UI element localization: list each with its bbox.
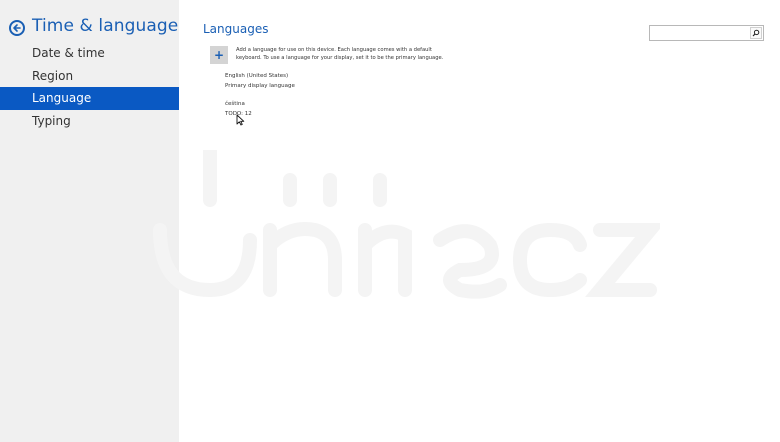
language-name: čeština [225, 101, 245, 107]
search-input[interactable] [650, 32, 746, 46]
list-item[interactable]: English (United States) Primary display … [225, 71, 295, 91]
search-box [649, 25, 764, 46]
sidebar-nav: Date & time Region Language Typing [0, 42, 179, 132]
sidebar-item-date-time[interactable]: Date & time [0, 42, 179, 65]
sidebar-item-typing[interactable]: Typing [0, 110, 179, 133]
language-list: English (United States) Primary display … [225, 71, 295, 127]
language-status: Primary display language [225, 83, 295, 89]
add-language-description: Add a language for use on this device. E… [236, 47, 444, 61]
search-button[interactable] [750, 27, 762, 39]
back-arrow-icon[interactable] [9, 20, 25, 36]
sidebar-title: Time & language [32, 16, 179, 36]
page-title: Languages [203, 22, 269, 36]
list-item[interactable]: čeština TODO: 12 [225, 99, 295, 119]
add-language-button[interactable]: + [210, 46, 228, 64]
sidebar-item-language[interactable]: Language [0, 87, 179, 110]
language-status: TODO: 12 [225, 111, 252, 117]
add-language-row: + Add a language for use on this device.… [210, 46, 446, 64]
background-watermark [153, 150, 660, 299]
sidebar-item-region[interactable]: Region [0, 65, 179, 88]
language-name: English (United States) [225, 73, 289, 79]
search-icon [752, 29, 760, 37]
